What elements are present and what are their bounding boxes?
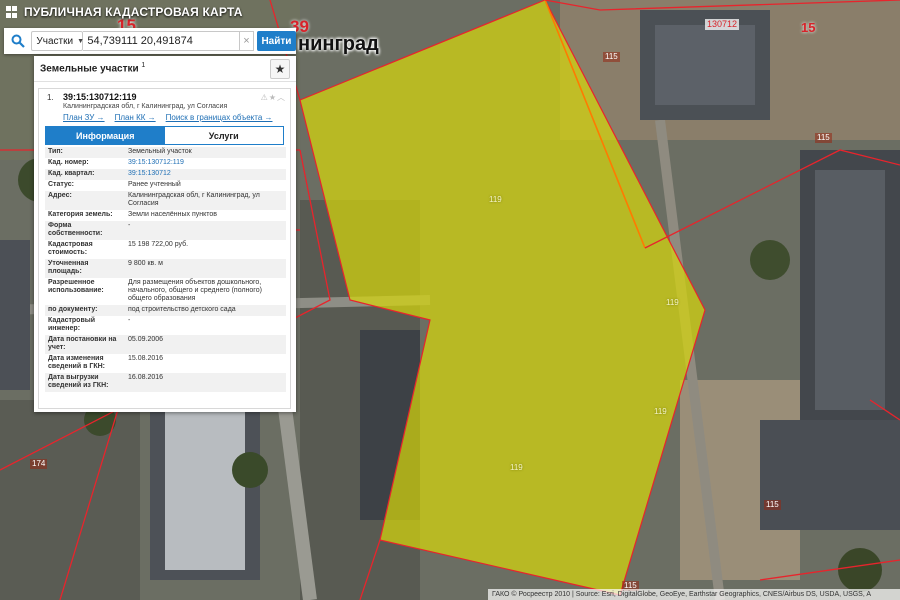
info-row: Дата выгрузки сведений из ГКН: 16.08.2016 [45,373,286,392]
info-value: 05.09.2006 [125,335,286,354]
search-button[interactable]: Найти [256,31,296,51]
result-card: 1. 39:15:130712:119 Калининградская обл,… [38,88,291,409]
info-key: Тип: [45,147,125,158]
search-type-select[interactable]: Участки ▼ [31,31,84,51]
info-row: Статус: Ранее учтенный [45,180,286,191]
info-row: Адрес: Калининградская обл, г Калининград… [45,191,286,210]
map-city-label: нинград [298,33,379,55]
info-key: по документу: [45,305,125,316]
info-row: Тип: Земельный участок [45,147,286,158]
info-key: Уточненная площадь: [45,259,125,278]
result-index: 1. [47,93,54,102]
info-value: 15 198 722,00 руб. [128,241,189,248]
info-key: Дата выгрузки сведений из ГКН: [45,373,125,392]
panel-header: Земельные участки 1 ★ [34,56,296,82]
info-value: Калининградская обл, г Калининград, ул С… [125,191,286,210]
info-value: 15.08.2016 [128,355,164,362]
tab-info[interactable]: Информация [46,127,165,144]
info-row: Категория земель: Земли населённых пункто… [45,210,286,221]
info-row: Дата изменения сведений в ГКН: 15.08.2016 [45,354,286,373]
panel-title: Земельные участки 1 [40,62,146,75]
results-panel: Земельные участки 1 ★ 1. 39:15:130712:11… [34,56,296,412]
map-district-number: 15 [801,20,816,35]
search-input[interactable] [83,31,241,51]
plot-label: 115 [603,52,620,62]
info-row: Уточненная площадь: 9 800 кв. м [45,259,286,278]
plot-label: 174 [30,459,48,469]
info-key: Адрес: [45,191,125,210]
grid-logo-icon [6,6,18,18]
chevron-up-icon[interactable]: ︿ [277,93,286,102]
link-plan-kk[interactable]: План КК → [115,113,156,122]
map-quarter-number: 130712 [705,19,740,30]
info-key: Дата изменения сведений в ГКН: [48,355,105,370]
link-plan-zu[interactable]: План ЗУ → [63,113,105,122]
search-type-label: Участки [36,35,74,47]
parcel-label: 119 [666,298,679,307]
clear-icon[interactable]: × [240,31,254,51]
info-row: Кадастровый инженер: - [45,316,286,335]
info-value: - [128,317,131,324]
info-value[interactable]: 39:15:130712:119 [125,158,286,169]
info-row: по документу: под строительство детского … [45,305,286,316]
result-links: План ЗУ → План КК → Поиск в границах объ… [39,110,290,122]
link-search-in-bounds[interactable]: Поиск в границах объекта → [166,113,273,122]
search-bar: Участки ▼ × Найти [4,28,296,54]
info-key: Кадастровая стоимость: [48,241,93,256]
info-value: 9 800 кв. м [125,259,286,278]
info-row: Кад. квартал: 39:15:130712 [45,169,286,180]
info-row: Дата постановки на учет: 05.09.2006 [45,335,286,354]
info-value: под строительство детского сада [125,305,286,316]
warning-icon[interactable]: ⚠ [261,93,269,102]
info-value: Ранее учтенный [128,181,181,188]
info-value: Земельный участок [125,147,286,158]
parcel-label: 119 [654,407,667,416]
info-key: Дата постановки на учет: [45,335,125,354]
info-table: Тип: Земельный участок Кад. номер: 39:15:13… [45,147,286,392]
info-key: Разрешенное использование: [48,279,104,294]
info-key: Кад. квартал: [45,169,125,180]
info-row: Кадастровая стоимость: 15 198 722,00 руб. [45,240,286,259]
result-count: 1 [141,62,146,70]
parcel-label: 119 [510,463,523,472]
result-address: Калининградская обл, г Калининград, ул С… [63,103,228,110]
star-outline-icon[interactable]: ★ [269,93,277,102]
info-key: Категория земель: [48,211,113,218]
search-icon[interactable] [4,28,31,54]
app-title: ПУБЛИЧНАЯ КАДАСТРОВАЯ КАРТА [24,5,243,19]
info-key: Кадастровый инженер: [48,317,96,332]
info-row: Разрешенное использование: Для размещения… [45,278,286,305]
info-key: Форма собственности: [45,221,125,240]
info-row: Кад. номер: 39:15:130712:119 [45,158,286,169]
info-value: Для размещения объектов дошкольного, нач… [128,279,262,302]
parcel-label: 119 [489,195,502,204]
plot-label: 115 [764,500,781,510]
info-row: Форма собственности: - [45,221,286,240]
cad-number[interactable]: 39:15:130712:119 [63,92,261,102]
result-tools: ⚠★︿ [261,92,286,110]
info-value: 16.08.2016 [125,373,286,392]
info-key: Статус: [48,181,74,188]
tab-services[interactable]: Услуги [164,127,283,144]
plot-label: 115 [815,133,832,143]
info-key: Кад. номер: [48,159,89,166]
map-attribution: ГАКО © Росреестр 2010 | Source: Esri, Di… [488,589,900,600]
info-value: Земли населённых пунктов [128,211,218,218]
info-value: - [125,221,286,240]
info-value[interactable]: 39:15:130712 [125,169,286,180]
tabs: Информация Услуги [45,126,284,145]
app-header: ПУБЛИЧНАЯ КАДАСТРОВАЯ КАРТА [0,0,300,24]
star-icon[interactable]: ★ [270,58,290,79]
